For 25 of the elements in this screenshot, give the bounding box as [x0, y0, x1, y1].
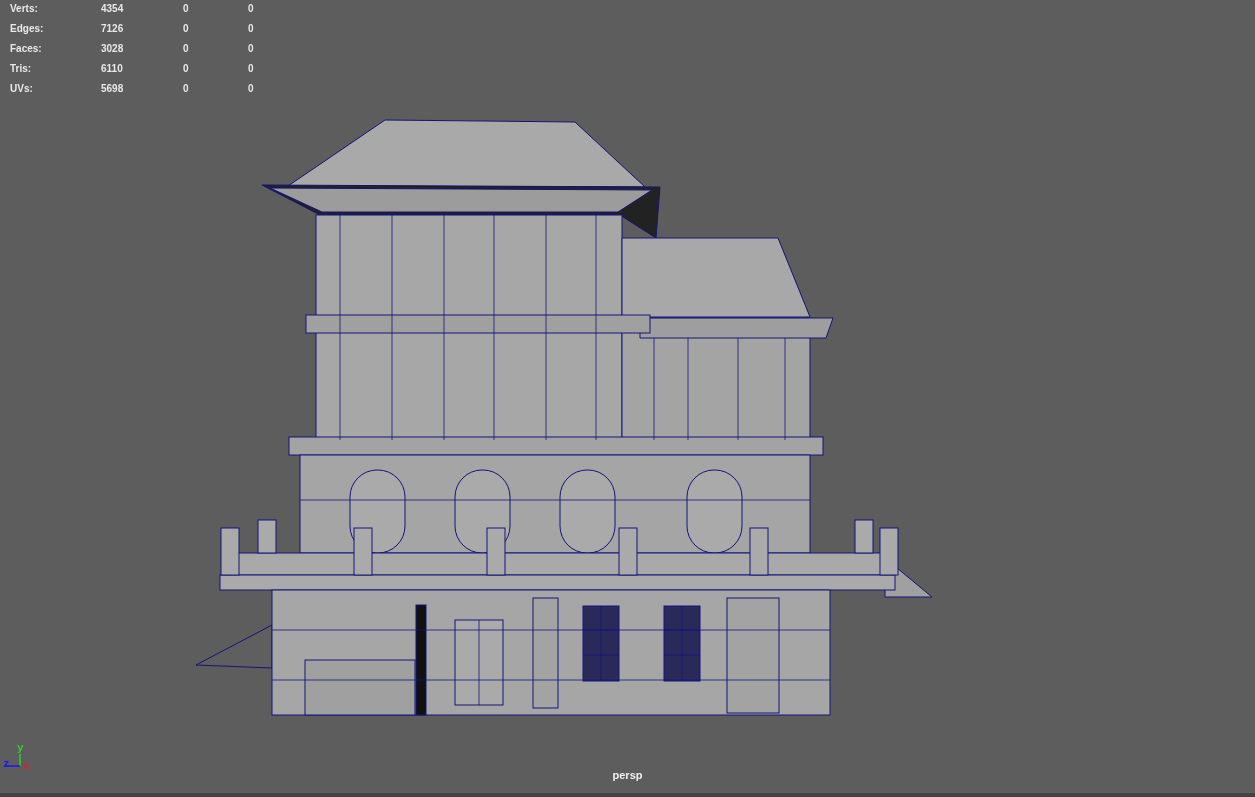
stat-value: 0: [183, 62, 190, 76]
axis-label: x: [23, 760, 30, 772]
axis-label: y: [17, 742, 24, 754]
stat-value: 0: [248, 22, 255, 36]
axis-gizmo-icon: [5, 753, 21, 767]
stat-value: 5698: [101, 82, 125, 96]
stat-value: 0: [248, 2, 255, 16]
stat-label: UVs:: [10, 82, 34, 96]
camera-name-label: persp: [612, 767, 643, 783]
stat-value: 0: [183, 42, 190, 56]
stat-value: 0: [248, 82, 255, 96]
stat-value: 0: [183, 2, 190, 16]
stat-label: Faces:: [10, 42, 43, 56]
stat-value: 0: [248, 42, 255, 56]
stat-value: 6110: [101, 62, 124, 76]
stat-label: Verts:: [10, 2, 39, 16]
stat-value: 7126: [101, 22, 125, 36]
stat-value: 0: [248, 62, 255, 76]
axis-label: z: [3, 758, 10, 770]
stat-value: 0: [183, 82, 190, 96]
stat-value: 4354: [101, 2, 125, 16]
stat-value: 3028: [101, 42, 125, 56]
stat-label: Edges:: [10, 22, 45, 36]
stat-value: 0: [183, 22, 190, 36]
stat-label: Tris:: [10, 62, 33, 76]
